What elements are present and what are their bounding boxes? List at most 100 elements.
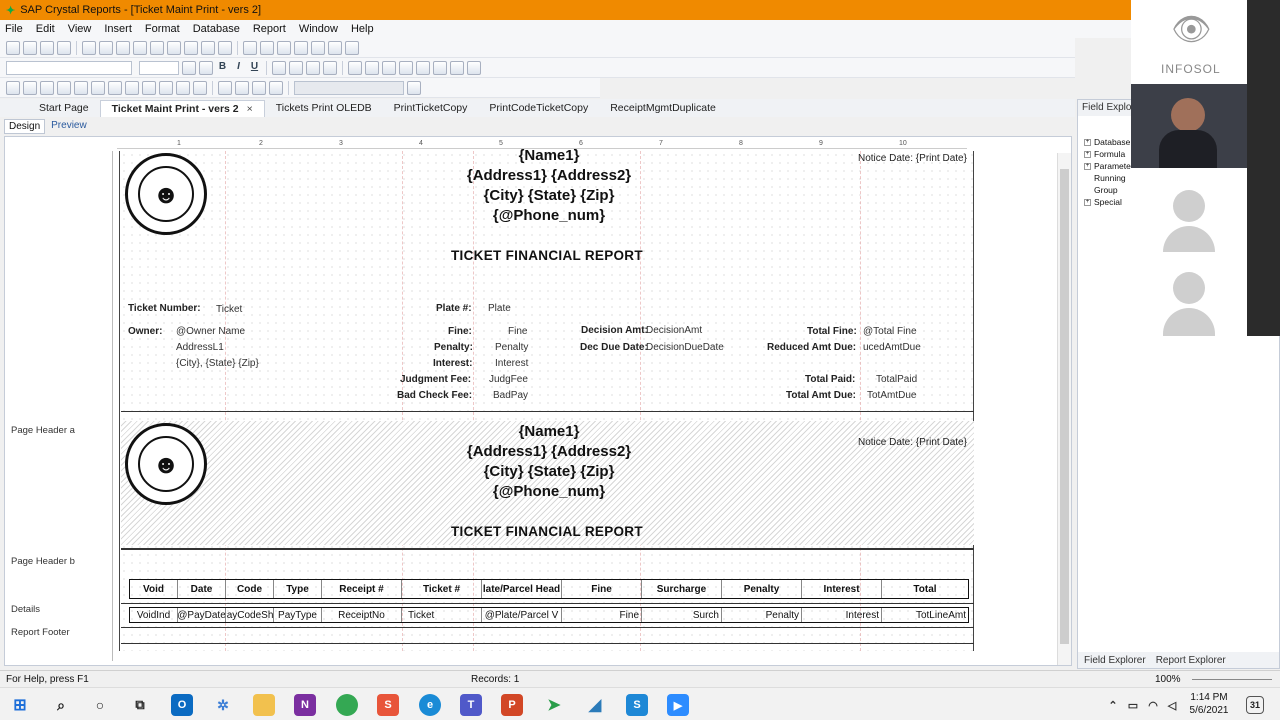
outlook-icon[interactable]: O xyxy=(171,694,193,716)
expand-icon[interactable]: + xyxy=(1084,162,1091,170)
menu-format[interactable]: Format xyxy=(145,23,180,35)
print-icon[interactable] xyxy=(82,40,96,55)
detail-field[interactable]: Interest xyxy=(802,608,882,622)
lock-format-icon[interactable] xyxy=(399,60,413,75)
notification-icon[interactable]: 31 xyxy=(1246,696,1264,714)
font-size-combo[interactable] xyxy=(139,60,179,75)
underline-icon[interactable]: U xyxy=(248,61,261,75)
align-right-icon[interactable] xyxy=(306,60,320,75)
grow-font-icon[interactable] xyxy=(182,60,196,75)
section-details[interactable]: Details xyxy=(11,604,40,615)
report-explorer-tab[interactable]: Report Explorer xyxy=(1156,655,1226,666)
penalty-field[interactable]: Penalty xyxy=(495,342,528,353)
insert-olap-icon[interactable] xyxy=(74,80,88,95)
total-amt-due-field[interactable]: TotAmtDue xyxy=(867,390,916,401)
interest-field[interactable]: Interest xyxy=(495,358,528,369)
clock[interactable]: 1:14 PM 5/6/2021 xyxy=(1186,691,1232,717)
design-canvas[interactable]: 1 2 3 4 5 6 7 8 9 10 ☻ {Name1} {Address1… xyxy=(105,137,1057,665)
detail-field[interactable]: @Plate/Parcel V xyxy=(482,608,562,622)
menu-insert[interactable]: Insert xyxy=(104,23,132,35)
nav-next-icon[interactable] xyxy=(252,80,266,95)
total-fine-field[interactable]: @Total Fine xyxy=(863,326,917,337)
detail-field[interactable]: Fine xyxy=(562,608,642,622)
cut-icon[interactable] xyxy=(133,40,147,55)
detail-field[interactable]: PayType xyxy=(274,608,322,622)
col-header[interactable]: Total xyxy=(882,580,968,598)
formula-workshop-icon[interactable] xyxy=(294,40,308,55)
insert-picture-icon[interactable] xyxy=(91,80,105,95)
menu-help[interactable]: Help xyxy=(351,23,374,35)
reduced-amt-due-field[interactable]: ucedAmtDue xyxy=(863,342,921,353)
detail-field[interactable]: Penalty xyxy=(722,608,802,622)
nav-last-icon[interactable] xyxy=(269,80,283,95)
insert-chart-icon[interactable] xyxy=(108,80,122,95)
tab-print-code-ticket-copy[interactable]: PrintCodeTicketCopy xyxy=(478,100,599,117)
expand-icon[interactable]: + xyxy=(1084,150,1091,158)
owner-field[interactable]: @Owner Name xyxy=(176,326,245,337)
col-header[interactable]: Fine xyxy=(562,580,642,598)
print-preview-icon[interactable] xyxy=(99,40,113,55)
refresh-icon[interactable] xyxy=(116,40,130,55)
powerpoint-icon[interactable]: P xyxy=(501,694,523,716)
align-left-icon[interactable] xyxy=(272,60,286,75)
currency-icon[interactable] xyxy=(416,60,430,75)
cortana-icon[interactable]: ○ xyxy=(89,694,111,716)
font-color-icon[interactable] xyxy=(348,60,362,75)
menu-window[interactable]: Window xyxy=(299,23,338,35)
db-tool-icon[interactable]: ◢ xyxy=(584,694,606,716)
file-explorer-icon[interactable] xyxy=(253,694,275,716)
close-icon[interactable]: × xyxy=(247,103,253,115)
tree-item-database[interactable]: + Database xyxy=(1084,136,1134,148)
expand-icon[interactable]: + xyxy=(1084,138,1091,146)
col-header[interactable]: Code xyxy=(226,580,274,598)
app-s-icon[interactable]: S xyxy=(377,694,399,716)
edge-icon[interactable]: e xyxy=(419,694,441,716)
address-field[interactable]: AddressL1 xyxy=(176,342,224,353)
bold-icon[interactable]: B xyxy=(216,61,229,75)
insert-text-icon[interactable] xyxy=(6,80,20,95)
snip-tool-icon[interactable]: ✲ xyxy=(212,694,234,716)
zoom-slider[interactable] xyxy=(1192,679,1272,680)
dec-due-date-field[interactable]: DecisionDueDate xyxy=(646,342,726,353)
menu-file[interactable]: File xyxy=(5,23,23,35)
insert-summary-icon[interactable] xyxy=(40,80,54,95)
section-page-header-a[interactable]: Page Header a xyxy=(11,425,75,436)
nav-first-icon[interactable] xyxy=(218,80,232,95)
detail-field[interactable]: TotLineAmt xyxy=(882,608,968,622)
insert-map-icon[interactable] xyxy=(125,80,139,95)
tab-ticket-maint-print[interactable]: Ticket Maint Print - vers 2 × xyxy=(99,100,265,117)
thousands-icon[interactable] xyxy=(450,60,464,75)
judgment-fee-field[interactable]: JudgFee xyxy=(489,374,528,385)
total-paid-field[interactable]: TotalPaid xyxy=(876,374,917,385)
col-header[interactable]: late/Parcel Head xyxy=(482,580,562,598)
zoom-app-icon[interactable]: ▶ xyxy=(667,694,689,716)
percent-icon[interactable] xyxy=(433,60,447,75)
find-icon[interactable] xyxy=(345,40,359,55)
col-header[interactable]: Ticket # xyxy=(402,580,482,598)
group-expert-icon[interactable] xyxy=(243,40,257,55)
menu-view[interactable]: View xyxy=(68,23,92,35)
zoom-level[interactable]: 100% xyxy=(1155,674,1181,685)
task-view-icon[interactable]: ⧉ xyxy=(129,694,151,716)
vertical-scrollbar[interactable] xyxy=(1057,153,1071,665)
menu-database[interactable]: Database xyxy=(193,23,240,35)
city-state-zip-field[interactable]: {City}, {State} {Zip} xyxy=(176,358,259,369)
tree-item-parameter[interactable]: + Parameter xyxy=(1084,160,1134,172)
detail-field[interactable]: PayCodeSho xyxy=(226,608,274,622)
chrome-icon[interactable] xyxy=(336,694,358,716)
col-header[interactable]: Receipt # xyxy=(322,580,402,598)
preview-tab[interactable]: Preview xyxy=(47,119,91,134)
insert-group-icon[interactable] xyxy=(23,80,37,95)
suppress-icon[interactable] xyxy=(382,60,396,75)
page-nav-combo[interactable] xyxy=(294,80,404,95)
section-expert-icon[interactable] xyxy=(311,40,325,55)
col-header[interactable]: Date xyxy=(178,580,226,598)
detail-field[interactable]: @PayDate xyxy=(178,608,226,622)
ticket-number-field[interactable]: Ticket xyxy=(216,304,242,315)
tree-item-formula[interactable]: + Formula xyxy=(1084,148,1134,160)
menu-edit[interactable]: Edit xyxy=(36,23,55,35)
teams-icon[interactable]: T xyxy=(460,694,482,716)
new-icon[interactable] xyxy=(6,40,20,55)
col-header[interactable]: Type xyxy=(274,580,322,598)
export-icon[interactable] xyxy=(57,40,71,55)
